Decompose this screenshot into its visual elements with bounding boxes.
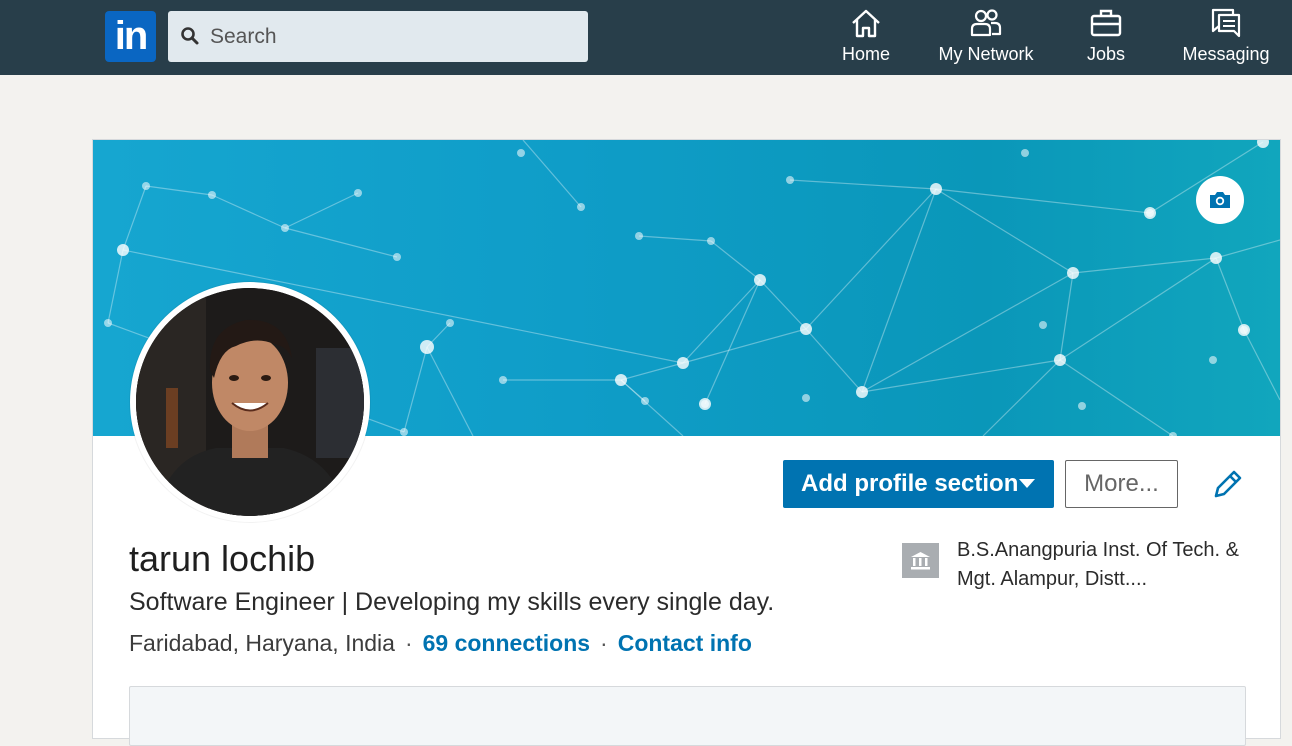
profile-photo[interactable] bbox=[130, 282, 370, 522]
school-logo bbox=[902, 543, 939, 578]
profile-location: Faridabad, Haryana, India bbox=[129, 630, 395, 656]
person-photo bbox=[136, 288, 364, 516]
messaging-icon bbox=[1211, 8, 1241, 38]
profile-highlights-box bbox=[129, 686, 1246, 746]
camera-icon bbox=[1210, 192, 1230, 208]
linkedin-logo[interactable]: in bbox=[105, 11, 156, 62]
separator-dot: · bbox=[600, 630, 608, 656]
profile-card: Add profile section More... tarun lochib… bbox=[92, 139, 1281, 746]
pencil-icon bbox=[1214, 470, 1242, 498]
caret-down-icon bbox=[1019, 479, 1035, 488]
nav-item-jobs[interactable]: Jobs bbox=[1080, 6, 1132, 70]
school-name[interactable]: B.S.Anangpuria Inst. Of Tech. & Mgt. Ala… bbox=[957, 536, 1247, 594]
top-navigation-bar: in Home My Network Jobs bbox=[0, 0, 1292, 75]
search-box[interactable] bbox=[168, 11, 588, 62]
nav-item-home[interactable]: Home bbox=[838, 6, 894, 70]
nav-label-messaging: Messaging bbox=[1182, 44, 1270, 64]
profile-headline: Software Engineer | Developing my skills… bbox=[129, 588, 775, 616]
nav-label-my-network: My Network bbox=[938, 44, 1034, 64]
search-input[interactable] bbox=[210, 11, 580, 62]
nav-label-jobs: Jobs bbox=[1086, 44, 1126, 64]
contact-info-link[interactable]: Contact info bbox=[618, 630, 752, 656]
nav-item-my-network[interactable]: My Network bbox=[935, 6, 1037, 70]
edit-profile-button[interactable] bbox=[1208, 466, 1246, 504]
separator-dot: · bbox=[404, 630, 413, 656]
connections-link[interactable]: 69 connections bbox=[423, 630, 590, 656]
add-profile-section-label: Add profile section bbox=[801, 470, 1019, 497]
home-icon bbox=[852, 9, 880, 38]
edit-cover-photo-button[interactable] bbox=[1196, 176, 1244, 224]
nav-item-messaging[interactable]: Messaging bbox=[1180, 6, 1272, 70]
search-icon bbox=[181, 27, 199, 45]
profile-name: tarun lochib bbox=[129, 538, 316, 579]
network-icon bbox=[970, 9, 1002, 37]
briefcase-icon bbox=[1090, 9, 1122, 37]
profile-meta-line: Faridabad, Haryana, India · 69 connections… bbox=[129, 630, 752, 657]
more-button[interactable]: More... bbox=[1065, 460, 1178, 508]
profile-photo-image bbox=[136, 288, 364, 516]
nav-label-home: Home bbox=[841, 44, 890, 64]
add-profile-section-button[interactable]: Add profile section bbox=[783, 460, 1054, 508]
school-icon bbox=[911, 552, 930, 570]
education-entry[interactable]: B.S.Anangpuria Inst. Of Tech. & Mgt. Ala… bbox=[902, 536, 1242, 596]
